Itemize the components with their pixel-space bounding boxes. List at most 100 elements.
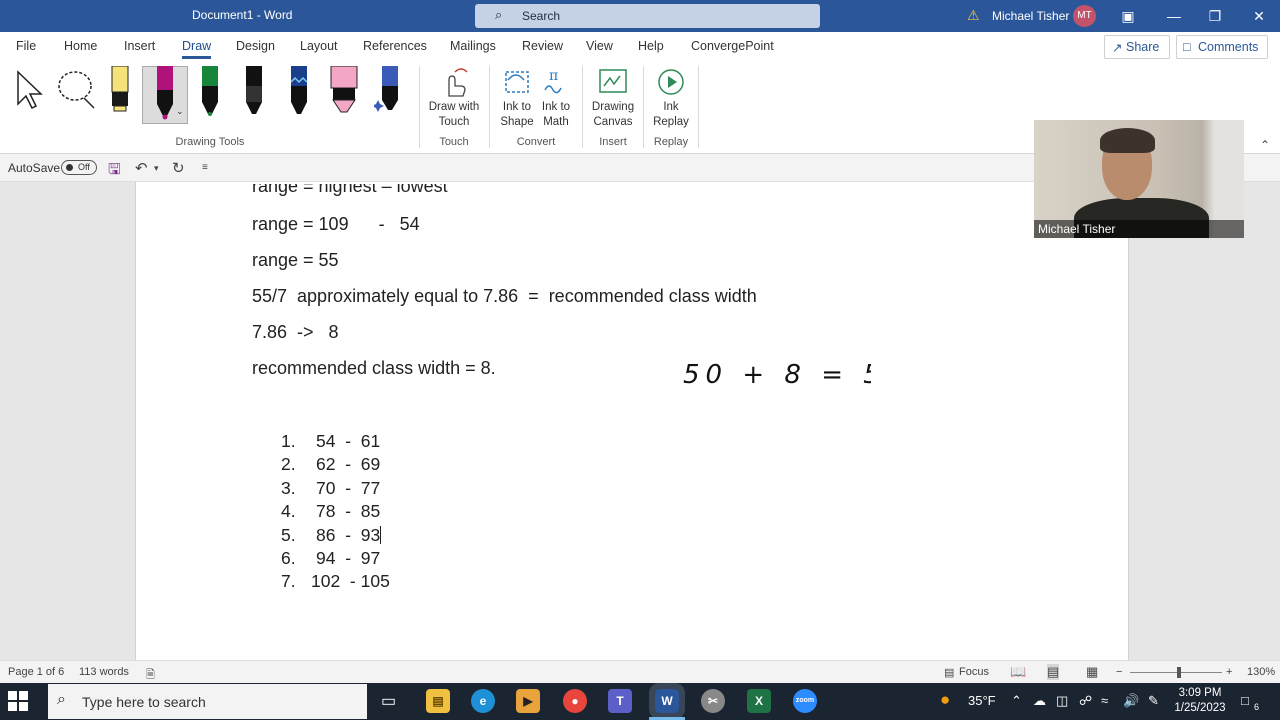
- share-button[interactable]: ↗ Share: [1104, 35, 1170, 59]
- webcam-overlay: Michael Tisher: [1034, 120, 1244, 238]
- task-view-icon[interactable]: ▭: [381, 691, 396, 711]
- restore-button[interactable]: ❐: [1192, 0, 1238, 32]
- document-page[interactable]: range = highest – lowest range = 109 - 5…: [135, 182, 1129, 660]
- chevron-up-icon[interactable]: ⌃: [1011, 693, 1022, 709]
- chrome-icon[interactable]: ●: [563, 689, 587, 713]
- notification-icon[interactable]: □: [1241, 693, 1249, 708]
- focus-icon[interactable]: ▤: [944, 666, 954, 679]
- collapse-ribbon-icon[interactable]: ⌃: [1260, 138, 1270, 152]
- volume-icon[interactable]: 🔊: [1123, 693, 1139, 709]
- tab-home[interactable]: Home: [64, 39, 97, 53]
- clock-date: 1/25/2023: [1174, 702, 1226, 714]
- avatar[interactable]: MT: [1073, 5, 1096, 27]
- read-mode-icon[interactable]: 📖: [1010, 664, 1026, 680]
- web-layout-icon[interactable]: ▦: [1086, 664, 1098, 680]
- excel-icon[interactable]: X: [747, 689, 771, 713]
- pink-highlighter-icon[interactable]: [329, 66, 359, 118]
- usb-icon[interactable]: ◫: [1056, 693, 1068, 709]
- notification-badge: 6: [1254, 702, 1260, 712]
- draw-with-touch-line1: Draw with: [428, 101, 480, 113]
- focus-label[interactable]: Focus: [959, 666, 989, 678]
- group-separator: [419, 66, 420, 148]
- autosave-toggle[interactable]: Off: [61, 160, 97, 175]
- undo-icon[interactable]: ↶: [135, 159, 148, 177]
- minimize-button[interactable]: —: [1151, 0, 1197, 32]
- tab-design[interactable]: Design: [236, 39, 275, 53]
- handwritten-ink[interactable]: 50 + 8 = 58: [681, 350, 871, 390]
- customize-toolbar-icon[interactable]: ≡: [202, 162, 208, 173]
- wifi-icon[interactable]: ≈: [1101, 693, 1108, 708]
- cloud-icon[interactable]: ☁: [1033, 693, 1046, 709]
- zoom-slider-thumb[interactable]: [1177, 667, 1181, 678]
- ink-to-math-button[interactable]: π Ink to Math: [536, 66, 576, 128]
- file-explorer-icon[interactable]: ▤: [426, 689, 450, 713]
- zoom-level[interactable]: 130%: [1247, 666, 1275, 678]
- list-range: 94 - 97: [316, 547, 381, 568]
- action-pen-icon[interactable]: [374, 66, 402, 118]
- edge-icon[interactable]: e: [471, 689, 495, 713]
- doc-line: 55/7 approximately equal to 7.86 = recom…: [252, 286, 757, 306]
- zoom-out-icon[interactable]: −: [1116, 666, 1122, 678]
- chevron-down-icon[interactable]: ⌄: [176, 106, 184, 117]
- warning-icon[interactable]: ⚠: [967, 7, 980, 24]
- ink-to-shape-line1: Ink to: [502, 101, 532, 113]
- galaxy-pen-icon[interactable]: [286, 66, 312, 118]
- tab-references[interactable]: References: [363, 39, 427, 53]
- svg-text:π: π: [549, 68, 558, 84]
- user-name[interactable]: Michael Tisher: [992, 9, 1069, 23]
- redo-icon[interactable]: ↻: [172, 159, 185, 177]
- windows-start-icon[interactable]: [8, 691, 28, 711]
- tab-draw[interactable]: Draw: [182, 39, 212, 59]
- ink-replay-button[interactable]: Ink Replay: [648, 66, 694, 128]
- zoom-slider[interactable]: [1130, 672, 1222, 673]
- search-box[interactable]: ⌕ Search: [475, 4, 820, 28]
- draw-with-touch-button[interactable]: Draw with Touch: [424, 66, 484, 128]
- ribbon-display-options-icon[interactable]: ▣: [1105, 0, 1151, 32]
- weather-sun-icon[interactable]: ●: [940, 690, 950, 710]
- tab-review[interactable]: Review: [522, 39, 563, 53]
- select-objects-icon[interactable]: [14, 70, 46, 110]
- page-count[interactable]: Page 1 of 6: [8, 666, 64, 678]
- close-button[interactable]: ✕: [1236, 0, 1280, 32]
- tab-view[interactable]: View: [586, 39, 613, 53]
- network-icon[interactable]: ☍: [1079, 693, 1092, 709]
- search-icon: ⌕: [495, 7, 503, 22]
- group-separator: [698, 66, 699, 148]
- zoom-app-icon[interactable]: zoom: [793, 689, 817, 713]
- search-label: Search: [522, 9, 561, 23]
- media-app-icon[interactable]: ▶: [516, 689, 540, 713]
- undo-dropdown-icon[interactable]: ▾: [154, 163, 159, 174]
- comments-label: Comments: [1198, 40, 1259, 54]
- word-count[interactable]: 113 words: [79, 666, 129, 678]
- lasso-select-icon[interactable]: [56, 68, 98, 110]
- list-range: 102 - 105: [311, 571, 390, 592]
- tab-layout[interactable]: Layout: [300, 39, 338, 53]
- autosave-state: Off: [78, 162, 90, 172]
- drawing-canvas-button[interactable]: Drawing Canvas: [588, 66, 638, 128]
- tab-mailings[interactable]: Mailings: [450, 39, 496, 53]
- tab-convergepoint[interactable]: ConvergePoint: [691, 39, 774, 53]
- green-pen-icon[interactable]: [198, 66, 222, 118]
- pen-icon[interactable]: ✎: [1148, 693, 1159, 709]
- group-insert: Insert: [599, 136, 627, 148]
- weather-temperature[interactable]: 35°F: [968, 693, 996, 708]
- text-cursor: [380, 525, 382, 544]
- yellow-highlighter-icon[interactable]: [108, 66, 132, 116]
- black-pen-icon[interactable]: [242, 66, 266, 118]
- save-icon[interactable]: 🖫: [108, 159, 121, 184]
- tab-insert[interactable]: Insert: [124, 39, 155, 53]
- taskbar-search[interactable]: ⌕ Type here to search: [48, 684, 367, 719]
- teams-icon[interactable]: T: [608, 689, 632, 713]
- zoom-in-icon[interactable]: +: [1226, 666, 1232, 678]
- print-layout-icon[interactable]: ▤: [1047, 664, 1060, 680]
- tab-file[interactable]: File: [16, 39, 36, 53]
- list-number: 3.: [281, 477, 296, 498]
- tab-help[interactable]: Help: [638, 39, 664, 53]
- snipping-tool-icon[interactable]: ✂: [701, 689, 725, 713]
- magenta-pen-icon[interactable]: [152, 66, 178, 122]
- taskbar-clock[interactable]: 3:09 PM 1/25/2023: [1170, 686, 1230, 716]
- ink-to-shape-button[interactable]: Ink to Shape: [496, 66, 538, 128]
- word-taskbar-icon[interactable]: W: [649, 683, 685, 719]
- drawing-canvas-line1: Drawing: [591, 101, 635, 113]
- comments-button[interactable]: □ Comments: [1176, 35, 1268, 59]
